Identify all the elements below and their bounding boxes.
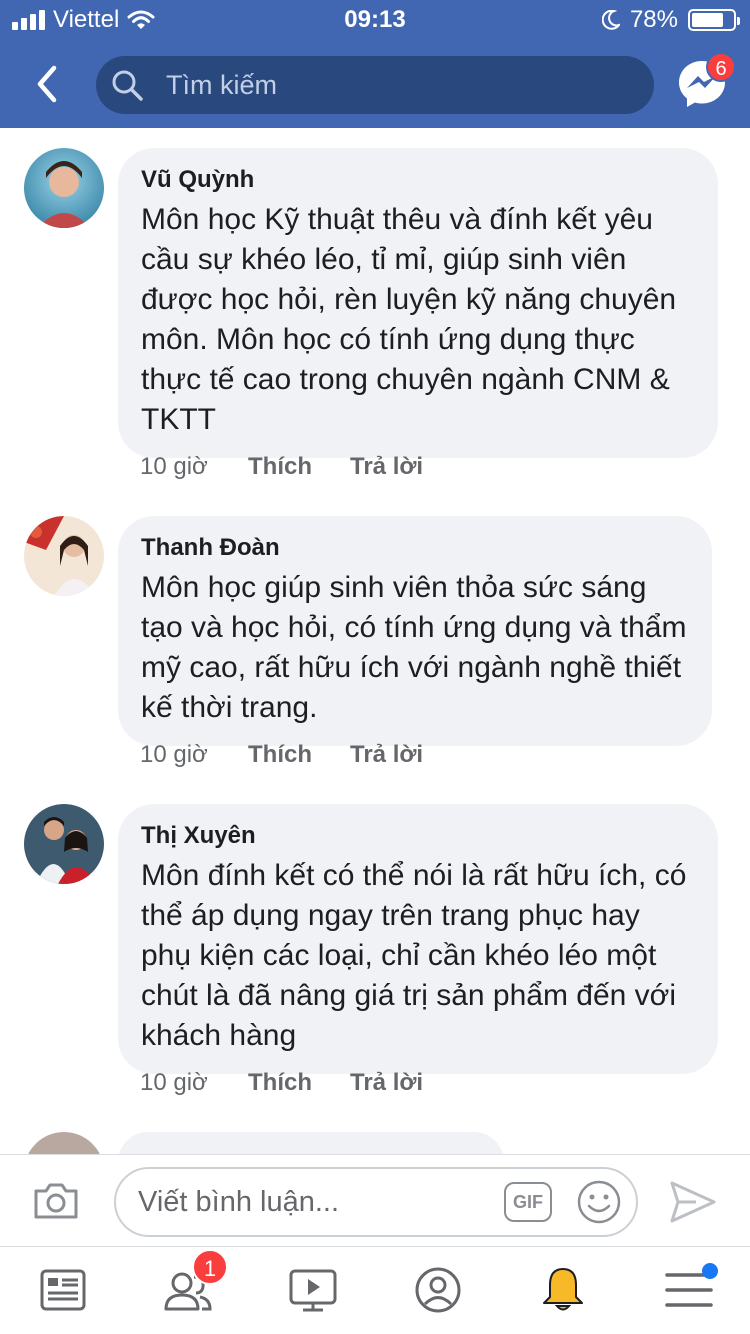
reply-button[interactable]: Trả lời: [350, 453, 423, 481]
comment-list: Vũ Quỳnh Môn học Kỹ thuật thêu và đính k…: [0, 128, 750, 1154]
status-bar: Viettel 09:13 78%: [0, 0, 750, 40]
moon-icon: [601, 10, 620, 30]
like-button[interactable]: Thích: [248, 453, 350, 481]
comment-actions: 10 giờ Thích Trả lời: [140, 1069, 423, 1097]
like-button[interactable]: Thích: [248, 1069, 350, 1097]
comment-text: Môn học giúp sinh viên thỏa sức sáng tạo…: [141, 571, 687, 724]
watch-icon[interactable]: [288, 1265, 338, 1315]
friends-badge: 1: [192, 1249, 228, 1285]
comment-text: Môn học Kỹ thuật thêu và đính kết yêu cầ…: [141, 203, 677, 436]
battery-percent: 78%: [629, 6, 678, 33]
comment-text: Môn đính kết có thể nói là rất hữu ích, …: [141, 859, 687, 1052]
comment-author[interactable]: Vũ Quỳnh: [141, 166, 694, 194]
messenger-badge: 6: [706, 52, 736, 82]
avatar-image: [24, 148, 104, 228]
comment-author[interactable]: Thanh Đoàn: [141, 534, 688, 562]
search-icon: [112, 70, 143, 101]
comment-bubble[interactable]: Thanh Đoàn Môn học giúp sinh viên thỏa s…: [118, 516, 712, 746]
reply-button[interactable]: Trả lời: [350, 1069, 423, 1097]
gif-button[interactable]: GIF: [504, 1182, 552, 1222]
avatar-image: [24, 516, 104, 596]
comment-time[interactable]: 10 giờ: [140, 741, 248, 769]
profile-icon[interactable]: [413, 1265, 463, 1315]
comment-composer: GIF: [0, 1154, 750, 1246]
avatar[interactable]: [24, 1132, 104, 1154]
avatar[interactable]: [24, 804, 104, 884]
like-button[interactable]: Thích: [248, 741, 350, 769]
header: Viettel 09:13 78% Tìm kiếm 6: [0, 0, 750, 128]
comment-input[interactable]: [138, 1186, 478, 1219]
comment-bubble[interactable]: Vũ Quỳnh Môn học Kỹ thuật thêu và đính k…: [118, 148, 718, 458]
nav-bar: 6: [0, 40, 750, 128]
comment-author[interactable]: Thị Xuyên: [141, 822, 694, 850]
tab-bar: 1: [0, 1246, 750, 1334]
search-bar[interactable]: [96, 56, 654, 114]
avatar-image: [24, 804, 104, 884]
news-feed-icon[interactable]: [38, 1265, 88, 1315]
avatar[interactable]: [24, 148, 104, 228]
menu-notification-dot: [702, 1263, 718, 1279]
camera-icon[interactable]: [32, 1181, 80, 1221]
comment-time[interactable]: 10 giờ: [140, 453, 248, 481]
emoji-icon[interactable]: [576, 1179, 622, 1225]
comment-input-box[interactable]: GIF: [114, 1167, 638, 1237]
send-icon[interactable]: [668, 1179, 718, 1225]
comment-time[interactable]: 10 giờ: [140, 1069, 248, 1097]
comment-bubble[interactable]: [118, 1132, 504, 1154]
avatar[interactable]: [24, 516, 104, 596]
search-input[interactable]: [166, 69, 606, 101]
status-right: 78%: [601, 6, 740, 34]
comment-bubble[interactable]: Thị Xuyên Môn đính kết có thể nói là rất…: [118, 804, 718, 1074]
notifications-bell-icon[interactable]: [538, 1265, 588, 1315]
comment-actions: 10 giờ Thích Trả lời: [140, 741, 423, 769]
comments-screen: Viettel 09:13 78% Tìm kiếm 6 Vũ Quỳnh Mô…: [0, 0, 750, 1334]
battery-icon: [688, 9, 740, 31]
reply-button[interactable]: Trả lời: [350, 741, 423, 769]
back-icon[interactable]: [28, 62, 68, 106]
comment-actions: 10 giờ Thích Trả lời: [140, 453, 423, 481]
